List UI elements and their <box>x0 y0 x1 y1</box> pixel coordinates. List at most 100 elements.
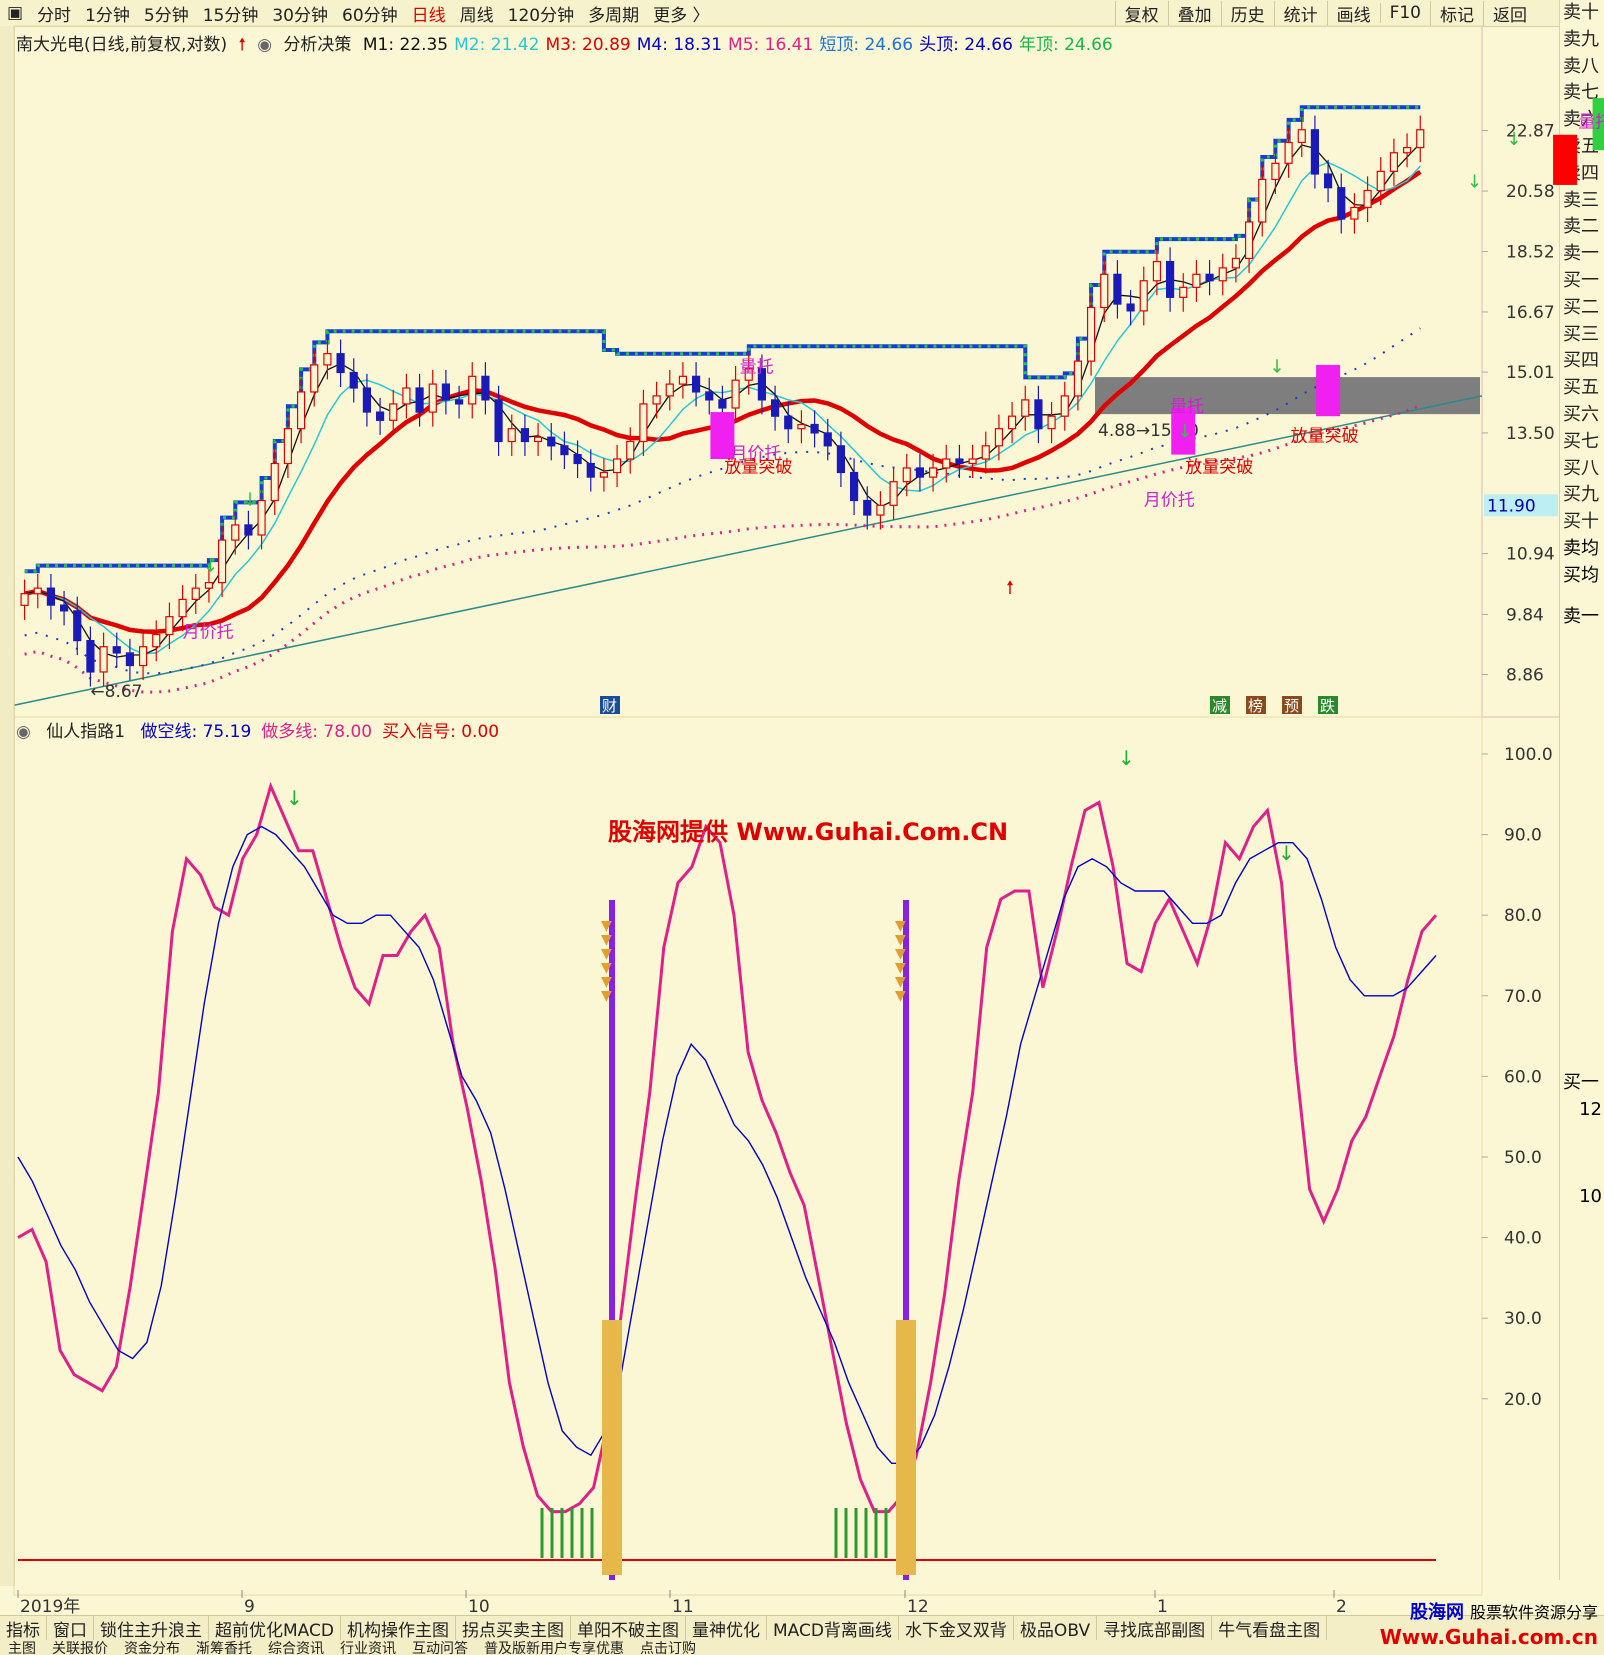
ytick-label-7: 10.94 <box>1506 545 1555 565</box>
indicator-tab-6[interactable]: 单阳不破主图 <box>571 1616 686 1640</box>
indicator-tab-0[interactable]: 指标 <box>0 1616 47 1640</box>
info-tab-0[interactable]: 主图 <box>0 1640 44 1655</box>
indicator-tab-5[interactable]: 拐点买卖主图 <box>456 1616 571 1640</box>
candle-body <box>784 415 793 430</box>
info-tab-1[interactable]: 关联报价 <box>44 1640 116 1655</box>
candle-body <box>1350 206 1359 220</box>
candle-body <box>889 481 898 506</box>
event-tag-label-3: 跌 <box>1320 697 1335 715</box>
info-tab-7[interactable]: 普及版新用户专享优惠 <box>476 1640 632 1655</box>
candle-body <box>362 387 372 413</box>
candle-body <box>1113 273 1122 305</box>
signal-arrow-icon: ↓ <box>242 489 257 510</box>
indicator-tab-11[interactable]: 寻找底部副图 <box>1097 1616 1213 1640</box>
candle-body <box>994 428 1004 447</box>
candle-body <box>626 440 635 460</box>
candle-body <box>310 364 319 393</box>
info-tab-5[interactable]: 行业资讯 <box>332 1640 404 1655</box>
chart-annotation-5: 量托 <box>740 357 774 377</box>
ytick-label-1: 20.58 <box>1506 182 1555 202</box>
candle-body <box>1100 273 1109 309</box>
chart-annotation-2: 月价托 <box>183 623 234 643</box>
candle-body <box>652 395 661 405</box>
brand-logo: 股海网 股票软件资源分享 <box>1409 1602 1598 1623</box>
chart-annotation-0: ←8.67 <box>90 682 142 702</box>
signal-arrow-icon: ↓ <box>1177 421 1192 442</box>
candle-body <box>323 353 332 366</box>
candle-body <box>1244 221 1254 260</box>
candle-body <box>428 383 437 413</box>
ytick-label-9: 8.86 <box>1506 666 1544 686</box>
signal-arrow-icon: 🠕 <box>1006 578 1014 599</box>
candle-body <box>389 403 398 421</box>
indicator-tab-7[interactable]: 量神优化 <box>686 1616 767 1640</box>
candle-body <box>560 445 569 456</box>
candle-body <box>1389 152 1399 172</box>
indicator-tab-10[interactable]: 极品OBV <box>1014 1616 1098 1640</box>
candle-body <box>270 462 279 502</box>
xtick-label-1: 9 <box>244 1597 255 1617</box>
ytick-label-4: 15.01 <box>1506 363 1555 383</box>
cai-tag-label: 财 <box>602 697 617 715</box>
candle-body <box>1363 189 1372 209</box>
signal-arrow-icon: ↓ <box>1467 172 1482 193</box>
candle-body <box>731 379 740 409</box>
candle-body <box>1271 162 1280 181</box>
candle-body <box>639 403 648 443</box>
info-tab-3[interactable]: 渐筹香托 <box>188 1640 260 1655</box>
event-tag-label-1: 榜 <box>1248 697 1263 715</box>
candle-body <box>520 428 530 443</box>
candle-body <box>336 353 345 374</box>
brand-url: Www.Guhai.com.cn <box>1379 1625 1598 1649</box>
candle-body <box>1218 267 1227 282</box>
indicator-tab-3[interactable]: 超前优化MACD <box>209 1616 341 1640</box>
indicator-tab-9[interactable]: 水下金叉双背 <box>899 1616 1014 1640</box>
info-tab-6[interactable]: 互动问答 <box>404 1640 476 1655</box>
candle-body <box>981 445 990 460</box>
chart-annotation-4: 月价托 <box>1144 490 1195 510</box>
candle-body <box>797 423 806 430</box>
sub-ytick-label-3: 70.0 <box>1504 987 1542 1007</box>
indicator-tab-8[interactable]: MACD背离画线 <box>767 1616 899 1640</box>
candle-body <box>599 471 609 478</box>
candle-body <box>849 471 859 502</box>
candle-body <box>942 458 951 469</box>
candle-body <box>454 399 464 405</box>
candle-body <box>678 375 688 385</box>
candle-body <box>573 453 582 465</box>
info-tab-8[interactable]: 点击订购 <box>632 1640 704 1655</box>
candle-body <box>968 458 977 465</box>
indicator-tab-12[interactable]: 牛气看盘主图 <box>1212 1616 1328 1640</box>
candle-body <box>1073 360 1083 397</box>
sub-chart: 100.090.080.070.060.050.040.030.020.0▼▼▼… <box>17 745 1553 1580</box>
candle-body <box>823 432 832 447</box>
ytick-label-8: 9.84 <box>1506 605 1544 625</box>
sub-ytick-label-7: 30.0 <box>1504 1309 1542 1329</box>
info-tab-2[interactable]: 资金分布 <box>116 1640 188 1655</box>
info-tab-4[interactable]: 综合资讯 <box>260 1640 332 1655</box>
candle-body <box>1402 146 1412 154</box>
candle-body <box>46 587 56 606</box>
candle-body <box>1179 286 1188 298</box>
candle-body <box>244 524 253 536</box>
candle-body <box>99 646 108 673</box>
candle-body <box>665 383 674 397</box>
candle-body <box>547 436 556 447</box>
indicator-tab-4[interactable]: 机构操作主图 <box>341 1616 456 1640</box>
candle-body <box>191 587 200 600</box>
indicator-tab-2[interactable]: 锁住主升浪主 <box>94 1616 209 1640</box>
sub-ytick-label-0: 100.0 <box>1504 745 1553 765</box>
candle-body <box>955 458 964 465</box>
candle-body <box>586 462 595 478</box>
xtick-label-6: 2 <box>1336 1597 1347 1617</box>
indicator-tab-1[interactable]: 窗口 <box>47 1616 94 1640</box>
candle-body <box>86 640 95 673</box>
chart-annotation-10: 量托+多方炮 <box>1578 112 1604 132</box>
candle-body <box>1323 173 1333 189</box>
stair-envelope-green <box>24 105 1421 573</box>
candle-body <box>1231 257 1241 269</box>
candle-body <box>1337 187 1346 220</box>
buy-signal-stack-1 <box>896 1320 916 1575</box>
ytick-label-5: 13.50 <box>1506 424 1555 444</box>
candle-body <box>1126 303 1135 312</box>
